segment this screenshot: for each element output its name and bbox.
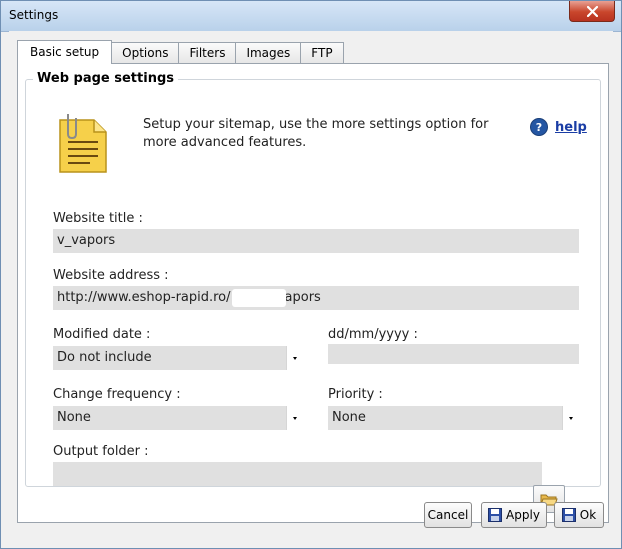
modified-date-value: Do not include [57,350,152,365]
window-title: Settings [9,8,59,22]
date-input[interactable] [328,344,579,364]
change-frequency-label: Change frequency : [53,387,181,402]
tab-filters[interactable]: Filters [179,42,237,64]
save-icon [488,508,503,522]
help-link[interactable]: help [555,120,587,135]
output-folder-label: Output folder : [53,444,149,459]
change-frequency-select[interactable]: None [53,406,303,430]
chevron-down-icon[interactable] [562,406,579,430]
website-address-input[interactable]: http://www.eshop-rapid.ro/apors [53,286,579,310]
settings-window: Settings Basic setup Options Filters Ima… [0,0,622,549]
web-page-settings-group: Web page settings Setup your sitemap, us… [25,71,601,487]
intro-text: Setup your sitemap, use the more setting… [143,117,489,150]
tab-strip: Basic setup Options Filters Images FTP [17,40,344,64]
tab-options[interactable]: Options [112,42,180,64]
apply-label: Apply [506,508,540,522]
priority-label: Priority : [328,387,383,402]
tab-ftp[interactable]: FTP [301,42,344,64]
modified-date-label: Modified date : [53,327,151,342]
close-icon [586,5,598,17]
apply-button[interactable]: Apply [481,502,547,528]
website-address-suffix: apors [284,290,321,305]
tab-basic-setup[interactable]: Basic setup [17,40,113,64]
date-format-label: dd/mm/yyyy : [328,327,418,342]
tab-images[interactable]: Images [236,42,302,64]
group-legend: Web page settings [33,71,178,86]
title-bar[interactable]: Settings [1,1,621,32]
chevron-down-icon[interactable] [286,346,303,370]
tab-panel-basic-setup: Web page settings Setup your sitemap, us… [17,63,609,523]
chevron-down-icon[interactable] [286,406,303,430]
save-icon [561,508,576,522]
priority-select[interactable]: None [328,406,579,430]
ok-label: Ok [579,508,597,522]
website-title-label: Website title : [53,211,143,226]
output-folder-input[interactable] [53,462,542,486]
dialog-body: Basic setup Options Filters Images FTP W… [9,31,613,540]
website-title-input[interactable]: v_vapors [53,229,579,253]
document-icon [59,114,107,173]
ok-button[interactable]: Ok [554,502,604,528]
priority-value: None [332,410,366,425]
close-button[interactable] [569,1,615,22]
redaction-box [232,289,286,307]
cancel-button[interactable]: Cancel [424,502,472,528]
help-link-group[interactable]: ? help [530,118,587,136]
change-frequency-value: None [57,410,91,425]
modified-date-select[interactable]: Do not include [53,346,303,370]
help-icon[interactable]: ? [530,118,548,136]
website-address-prefix: http://www.eshop-rapid.ro/ [57,290,231,305]
website-address-label: Website address : [53,268,169,283]
